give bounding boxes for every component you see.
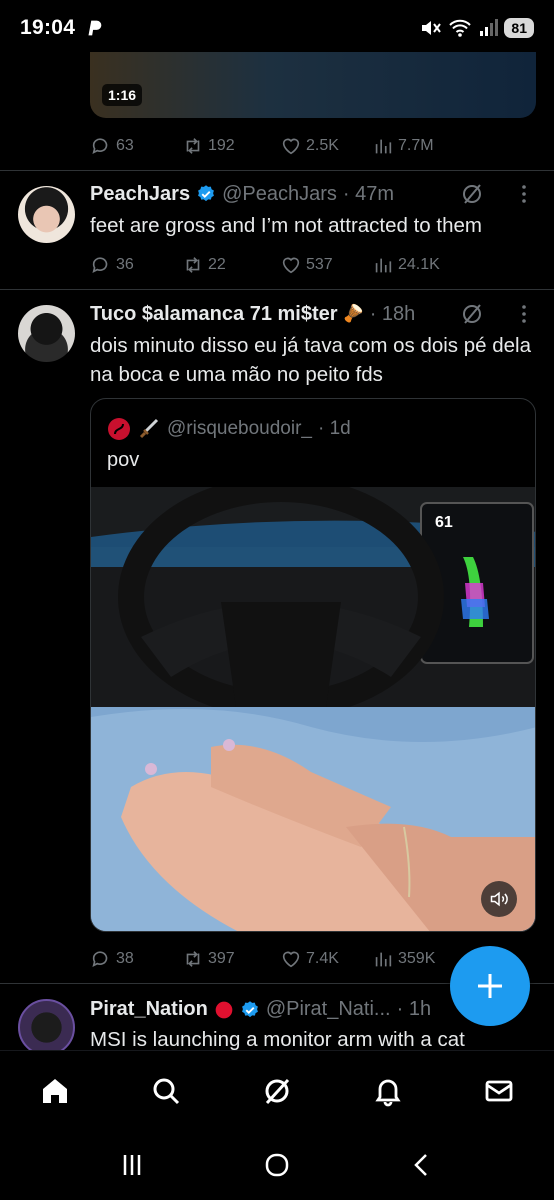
like-button[interactable]: 2.5K <box>280 135 372 157</box>
app-notification-icon <box>88 20 102 36</box>
notifications-bell-icon[interactable] <box>372 1075 404 1107</box>
speaker-icon <box>490 891 508 907</box>
heart-icon <box>282 138 300 155</box>
back-chevron-icon[interactable] <box>408 1151 436 1179</box>
like-button[interactable]: 537 <box>280 254 372 276</box>
like-count: 7.4K <box>306 950 339 967</box>
tweet-actions: 63 192 2.5K 7.7M <box>90 131 536 161</box>
tweet-header: Tuco $alamanca 71 mi$ter 🪘 · 18h <box>90 302 536 326</box>
views-button[interactable]: 7.7M <box>372 135 466 157</box>
reply-button[interactable]: 38 <box>90 948 182 970</box>
author-name[interactable]: Pirat_Nation <box>90 998 208 1021</box>
tweet-time: · 18h <box>369 302 416 325</box>
author-name[interactable]: Tuco $alamanca 71 mi$ter <box>90 303 338 326</box>
grok-icon[interactable] <box>460 302 484 326</box>
quote-avatar-icon <box>108 418 130 440</box>
reply-icon <box>92 951 108 967</box>
like-button[interactable]: 7.4K <box>280 948 372 970</box>
tweet-text: dois minuto disso eu já tava com os dois… <box>90 334 532 386</box>
quote-time: · 1d <box>318 418 351 439</box>
status-bar: 19:04 81 <box>0 0 554 56</box>
repost-button[interactable]: 397 <box>182 948 280 970</box>
divider <box>0 289 554 290</box>
avatar-tuco[interactable] <box>18 305 75 362</box>
bottom-navigation <box>0 1050 554 1130</box>
reply-count: 38 <box>116 950 134 967</box>
divider <box>0 170 554 171</box>
grok-icon[interactable] <box>460 182 484 206</box>
more-options-icon[interactable] <box>512 302 536 326</box>
system-navigation-bar <box>0 1130 554 1200</box>
name-emoji: 🪘 <box>342 304 364 323</box>
compose-button[interactable] <box>450 946 530 1026</box>
mute-toggle-button[interactable] <box>481 881 517 917</box>
search-icon[interactable] <box>150 1075 182 1107</box>
repost-button[interactable]: 192 <box>182 135 280 157</box>
reply-count: 36 <box>116 256 134 273</box>
red-circle-icon <box>215 1001 233 1018</box>
dagger-icon <box>139 418 159 439</box>
tweet-text: feet are gross and I’m not attracted to … <box>90 214 482 237</box>
avatar-peachjars[interactable] <box>18 186 75 243</box>
views-button[interactable]: 24.1K <box>372 254 466 276</box>
home-circle-icon[interactable] <box>262 1150 292 1180</box>
repost-icon <box>186 138 200 154</box>
screen-speed: 61 <box>435 514 453 531</box>
wifi-icon <box>449 19 472 37</box>
reply-count: 63 <box>116 137 134 154</box>
views-icon <box>375 139 392 154</box>
repost-count: 397 <box>208 950 235 967</box>
more-options-icon[interactable] <box>512 182 536 206</box>
reply-button[interactable]: 36 <box>90 254 182 276</box>
status-time: 19:04 <box>20 16 76 39</box>
quote-text: pov <box>107 449 140 471</box>
tweet-time: · 1h <box>396 998 432 1020</box>
quote-handle[interactable]: @risqueboudoir_ <box>167 418 312 440</box>
repost-icon <box>186 951 200 967</box>
repost-count: 22 <box>208 256 226 273</box>
heart-icon <box>282 257 300 274</box>
status-icons: 81 <box>420 18 534 38</box>
heart-icon <box>282 951 300 968</box>
avatar-pirat-nation[interactable] <box>18 999 75 1056</box>
video-thumbnail[interactable]: 1:16 <box>90 52 536 118</box>
repost-button[interactable]: 22 <box>182 254 280 276</box>
reply-button[interactable]: 63 <box>90 135 182 157</box>
video-duration: 1:16 <box>102 84 143 106</box>
quote-header: @risqueboudoir_ · 1d <box>107 417 351 441</box>
quote-video[interactable]: 61 <box>91 487 535 931</box>
home-icon[interactable] <box>39 1075 71 1107</box>
views-button[interactable]: 359K <box>372 948 466 970</box>
views-count: 24.1K <box>398 256 440 273</box>
quoted-tweet[interactable]: @risqueboudoir_ · 1d pov 61 <box>90 398 536 932</box>
signal-icon <box>480 19 499 36</box>
views-icon <box>375 258 392 273</box>
repost-icon <box>186 257 200 273</box>
mute-icon <box>422 21 442 35</box>
video-frame: 61 <box>91 487 535 931</box>
reply-icon <box>92 257 108 273</box>
tweet-actions: 36 22 537 24.1K <box>90 250 536 280</box>
reply-icon <box>92 138 108 154</box>
messages-envelope-icon[interactable] <box>483 1075 515 1107</box>
like-count: 537 <box>306 256 333 273</box>
battery-indicator: 81 <box>504 18 534 38</box>
tweet-header: PeachJars @PeachJars · 47m <box>90 182 536 206</box>
author-name[interactable]: PeachJars <box>90 183 190 206</box>
grok-icon[interactable] <box>261 1075 293 1107</box>
plus-icon <box>478 974 502 998</box>
author-handle[interactable]: @Pirat_Nati... <box>266 998 391 1021</box>
like-count: 2.5K <box>306 137 339 154</box>
views-icon <box>375 952 392 967</box>
repost-count: 192 <box>208 137 235 154</box>
verified-badge-icon <box>241 1000 258 1017</box>
tweet-time: · 47m <box>342 182 394 205</box>
recent-apps-icon[interactable] <box>118 1151 146 1179</box>
author-handle[interactable]: @PeachJars <box>222 183 337 206</box>
verified-badge-icon <box>198 185 214 202</box>
views-count: 7.7M <box>398 137 434 154</box>
views-count: 359K <box>398 950 436 967</box>
